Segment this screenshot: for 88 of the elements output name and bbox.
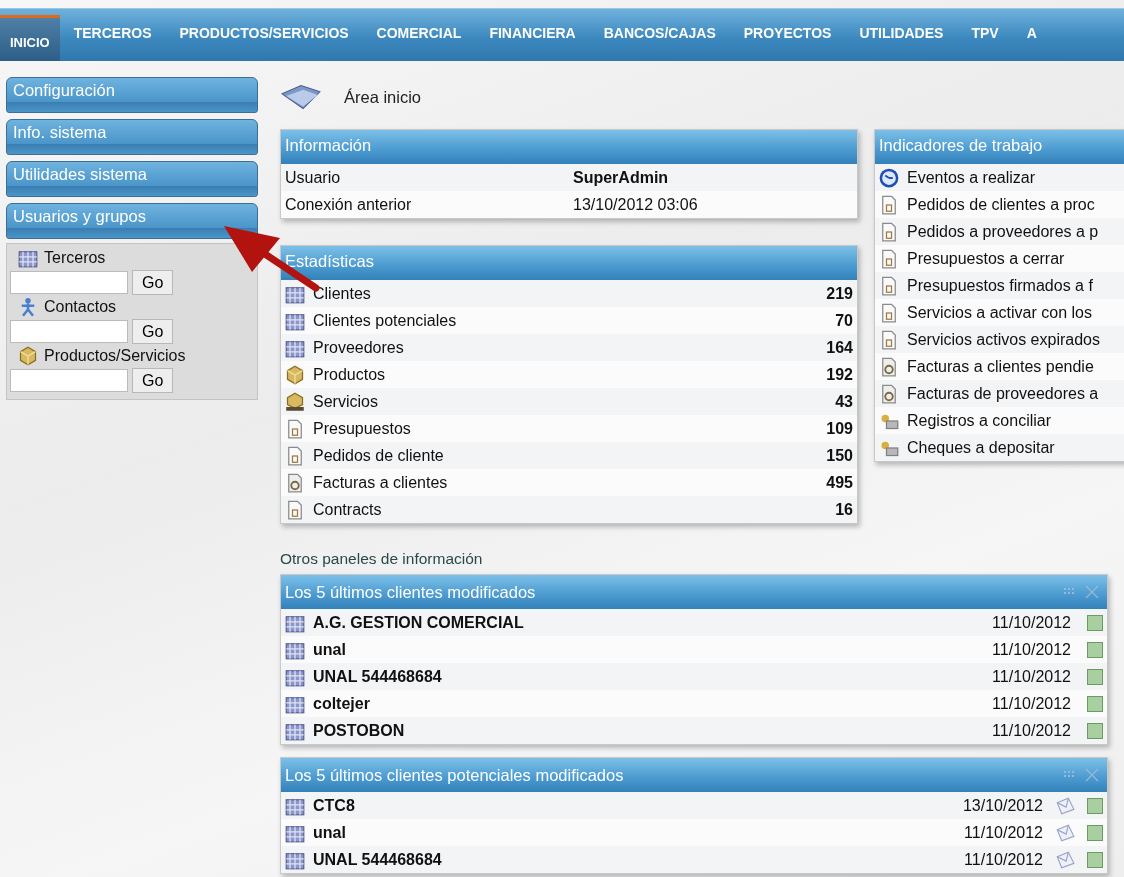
date-text: 11/10/2012 xyxy=(992,667,1071,686)
menu-tab[interactable]: FINANCIERA xyxy=(475,9,590,61)
date-text: 13/10/2012 xyxy=(962,796,1043,815)
status-square xyxy=(1087,824,1103,841)
date-text: 11/10/2012 xyxy=(964,823,1043,842)
document-icon xyxy=(879,248,899,269)
statistic-link[interactable]: Clientes xyxy=(313,284,819,303)
document-icon xyxy=(879,275,899,296)
search-label: Productos/Servicios xyxy=(44,347,186,365)
statistic-link[interactable]: Productos xyxy=(313,365,819,384)
search-label: Terceros xyxy=(44,249,106,267)
document-icon xyxy=(285,418,305,439)
document-icon xyxy=(879,302,899,323)
menu-tab[interactable]: BANCOS/CAJAS xyxy=(589,9,730,61)
envelope-icon[interactable] xyxy=(1055,823,1075,842)
menu-tab[interactable]: UTILIDADES xyxy=(845,9,958,61)
page-title: Área inicio xyxy=(344,87,422,107)
status-square xyxy=(1087,851,1103,868)
statistic-count: 192 xyxy=(826,365,853,384)
client-link[interactable]: UNAL 544468684 xyxy=(313,667,985,686)
statistic-count: 219 xyxy=(826,284,853,303)
statistic-link[interactable]: Presupuestos xyxy=(313,419,819,438)
date-text: 11/10/2012 xyxy=(992,694,1071,713)
package-icon xyxy=(285,391,305,412)
statistic-link[interactable]: Pedidos de cliente xyxy=(313,446,819,465)
panel-title: Información xyxy=(281,130,857,164)
date-text: 11/10/2012 xyxy=(992,613,1071,632)
document-icon xyxy=(879,329,899,350)
panel-title: Los 5 últimos clientes modificados xyxy=(285,582,536,602)
statistic-count: 164 xyxy=(826,338,853,357)
statistic-link[interactable]: Contracts xyxy=(313,500,828,519)
document-icon xyxy=(285,499,305,520)
statistic-count: 150 xyxy=(826,446,853,465)
menu-tab[interactable]: COMERCIAL xyxy=(362,9,476,61)
document-icon xyxy=(879,221,899,242)
envelope-icon[interactable] xyxy=(1055,796,1075,815)
client-link[interactable]: unal xyxy=(313,640,985,659)
status-square xyxy=(1087,614,1103,631)
search-field[interactable] xyxy=(10,369,128,392)
invoice-icon xyxy=(879,383,899,404)
statistic-link[interactable]: Clientes potenciales xyxy=(313,311,828,330)
hexagon-icon xyxy=(18,346,38,366)
statistic-count: 43 xyxy=(835,392,853,411)
statistic-link[interactable]: Servicios xyxy=(313,392,828,411)
date-text: 11/10/2012 xyxy=(992,721,1071,740)
go-button[interactable]: Go xyxy=(132,368,174,393)
client-link[interactable]: unal xyxy=(313,823,957,842)
statistic-link[interactable]: Facturas a clientes xyxy=(313,473,819,492)
status-square xyxy=(1087,668,1103,685)
building-icon xyxy=(18,248,38,268)
statistic-link[interactable]: Proveedores xyxy=(313,338,819,357)
clock-icon xyxy=(879,167,899,188)
status-square xyxy=(1087,695,1103,712)
statistic-count: 109 xyxy=(826,419,853,438)
go-button[interactable]: Go xyxy=(132,270,174,295)
menu-tab[interactable]: INICIO xyxy=(0,15,60,61)
client-link[interactable]: POSTOBON xyxy=(313,721,985,740)
search-label: Contactos xyxy=(44,298,117,316)
status-square xyxy=(1087,797,1103,814)
statistic-count: 70 xyxy=(835,311,853,330)
menu-tab[interactable]: A xyxy=(1012,9,1051,61)
envelope-icon[interactable] xyxy=(1055,850,1075,869)
search-field[interactable] xyxy=(10,320,128,343)
hexagon-icon xyxy=(285,364,305,385)
panel-title: Indicadores de trabajo xyxy=(875,130,1124,164)
status-square xyxy=(1087,641,1103,658)
section-heading: Otros paneles de información xyxy=(280,550,484,568)
document-icon xyxy=(285,445,305,466)
invoice-icon xyxy=(285,472,305,493)
info-value: 13/10/2012 03:06 xyxy=(573,195,698,214)
client-link[interactable]: coltejer xyxy=(313,694,985,713)
panel-title: Los 5 últimos clientes potenciales modificados xyxy=(285,765,624,785)
go-button[interactable]: Go xyxy=(132,319,174,344)
client-link[interactable]: UNAL 544468684 xyxy=(313,850,957,869)
document-icon xyxy=(879,194,899,215)
client-link[interactable]: A.G. GESTION COMERCIAL xyxy=(313,613,985,632)
statistic-count: 495 xyxy=(826,473,853,492)
info-label: Usuario xyxy=(285,168,342,187)
info-label: Conexión anterior xyxy=(285,195,413,214)
panel-title: Estadísticas xyxy=(281,246,857,280)
client-link[interactable]: CTC8 xyxy=(313,796,955,815)
search-field[interactable] xyxy=(10,271,128,294)
info-value: SuperAdmin xyxy=(573,168,669,187)
date-text: 11/10/2012 xyxy=(964,850,1043,869)
invoice-icon xyxy=(879,356,899,377)
statistic-count: 16 xyxy=(835,500,853,519)
date-text: 11/10/2012 xyxy=(992,640,1071,659)
status-square xyxy=(1087,722,1103,739)
